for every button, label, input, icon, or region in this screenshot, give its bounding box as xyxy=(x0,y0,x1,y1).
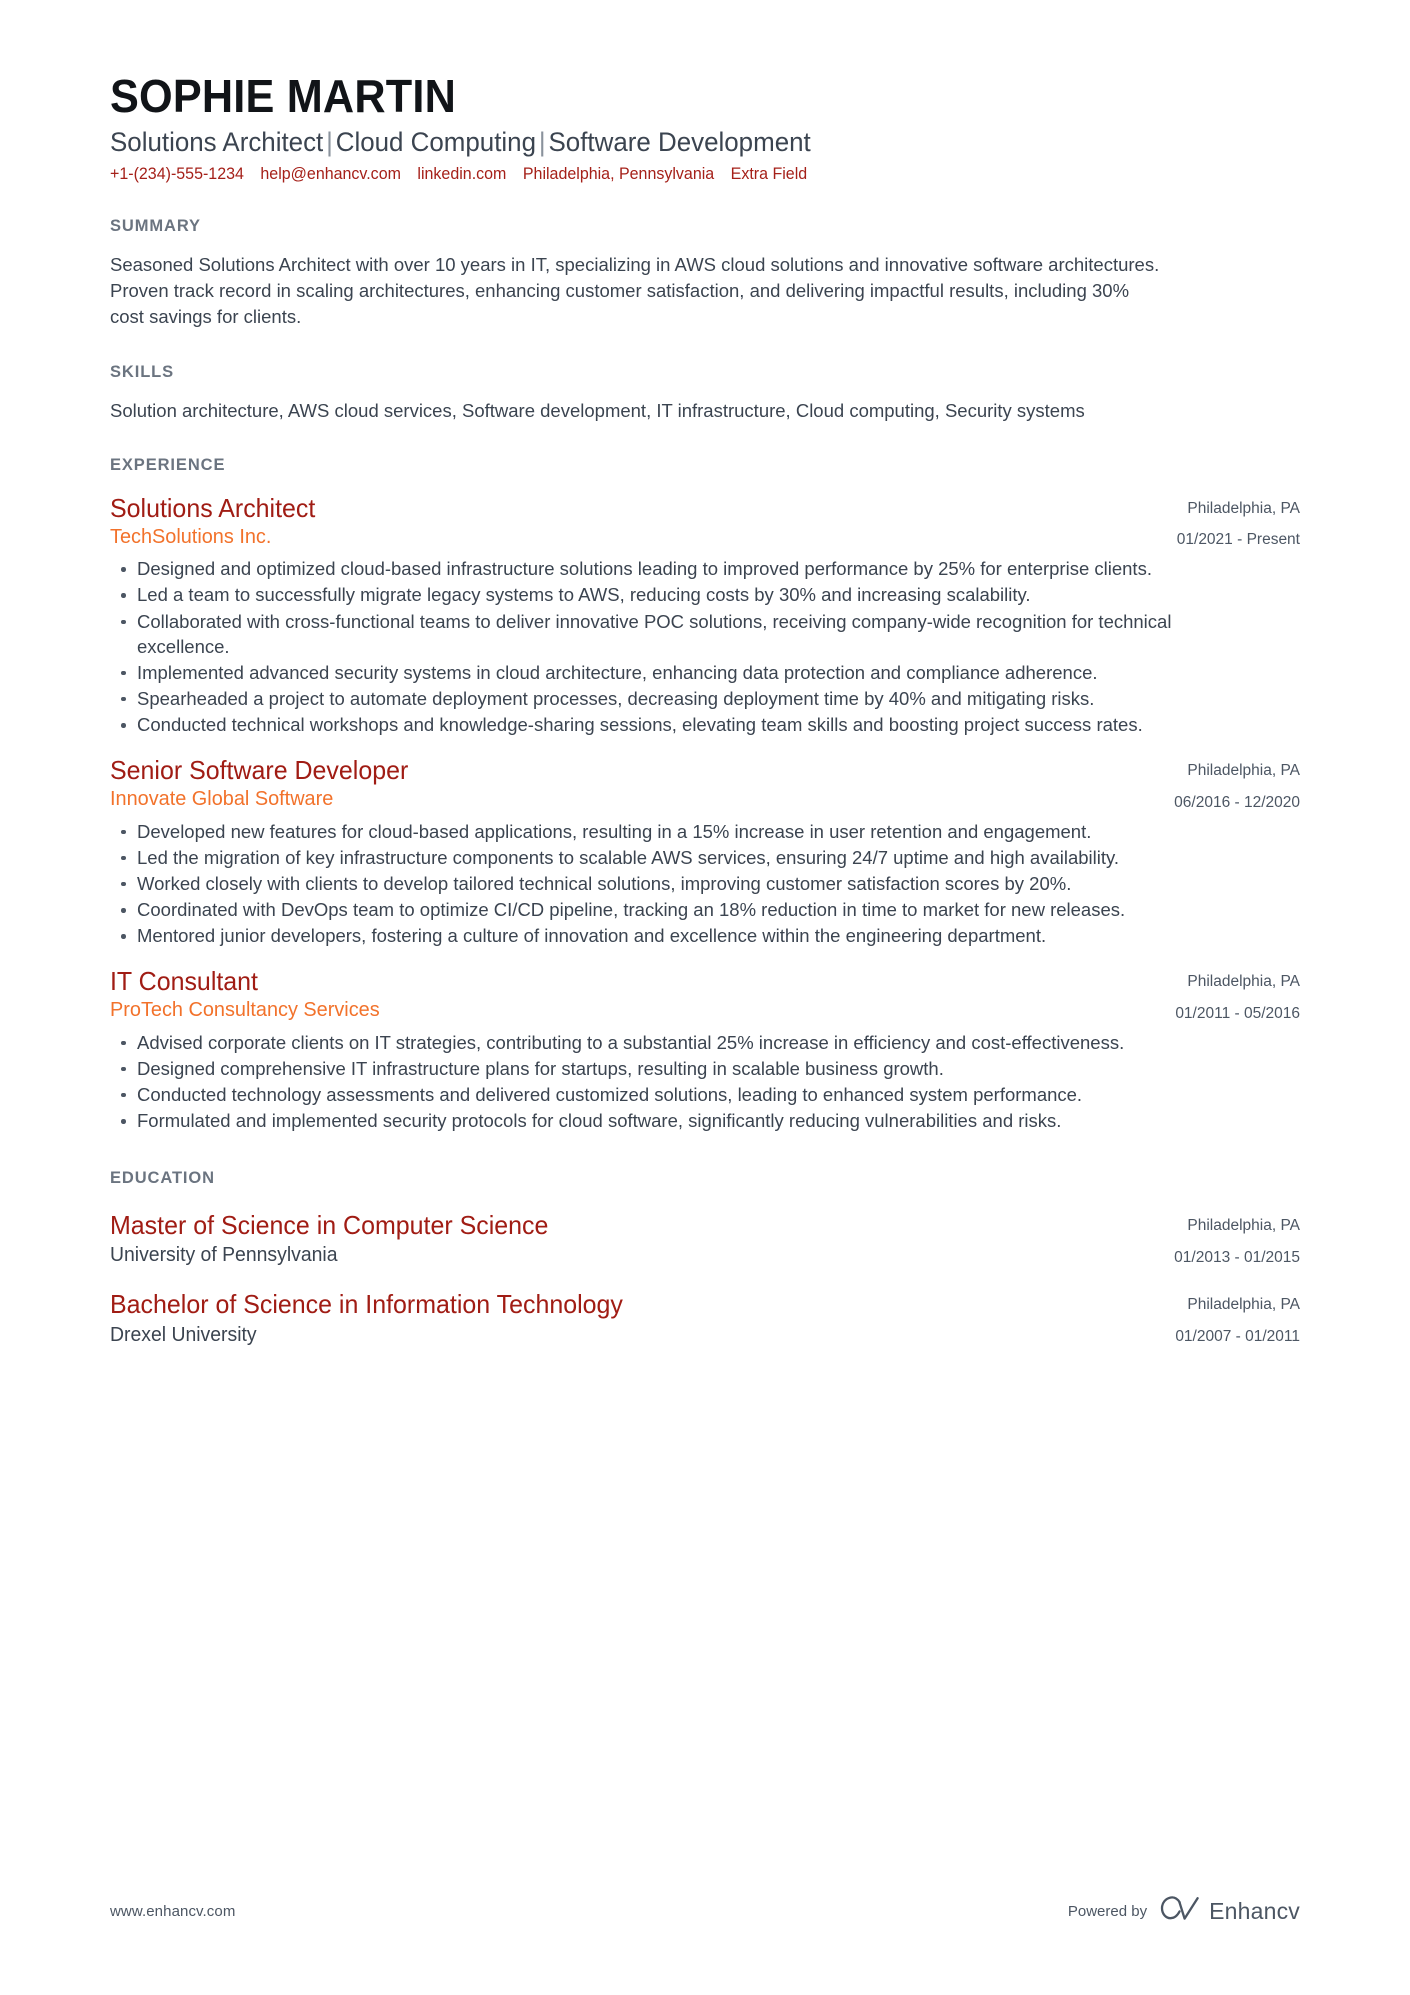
contact-phone[interactable]: +1-(234)-555-1234 xyxy=(110,165,244,183)
headline-part-3: Software Development xyxy=(548,126,811,157)
education-dates: 01/2007 - 01/2011 xyxy=(1175,1327,1300,1345)
headline-part-1: Solutions Architect xyxy=(110,126,324,157)
experience-dates: 06/2016 - 12/2020 xyxy=(1174,793,1300,811)
enhancv-logo-lockup[interactable]: Enhancv xyxy=(1160,1896,1300,1927)
list-item: Conducted technology assessments and del… xyxy=(110,1082,1240,1107)
experience-dates: 01/2011 - 05/2016 xyxy=(1175,1004,1300,1022)
list-item: Implemented advanced security systems in… xyxy=(110,660,1240,685)
education-degree: Master of Science in Computer Science xyxy=(110,1210,549,1241)
experience-bullet-list: Advised corporate clients on IT strategi… xyxy=(110,1030,1300,1134)
contact-location: Philadelphia, Pennsylvania xyxy=(522,165,715,184)
skills-text: Solution architecture, AWS cloud service… xyxy=(110,399,1085,421)
experience-role: Solutions Architect xyxy=(110,492,316,523)
education-meta: Philadelphia, PA 01/2007 - 01/2011 xyxy=(1070,1295,1300,1346)
experience-dates: 01/2021 - Present xyxy=(1176,531,1300,549)
section-title-experience: EXPERIENCE xyxy=(110,455,226,474)
experience-role: Senior Software Developer xyxy=(110,755,409,786)
list-item: Spearheaded a project to automate deploy… xyxy=(110,686,1240,711)
education-entry: Philadelphia, PA 01/2007 - 01/2011 Bache… xyxy=(110,1289,1300,1346)
resume-header: SOPHIE MARTIN Solutions Architect | Cloud … xyxy=(110,70,1300,185)
education-entry: Philadelphia, PA 01/2013 - 01/2015 Maste… xyxy=(110,1210,1300,1267)
experience-entry: Philadelphia, PA 06/2016 - 12/2020 Senio… xyxy=(110,755,1300,948)
experience-location: Philadelphia, PA xyxy=(1187,499,1300,517)
list-item: Coordinated with DevOps team to optimize… xyxy=(110,897,1240,922)
list-item: Advised corporate clients on IT strategi… xyxy=(110,1030,1240,1055)
section-education: EDUCATION Philadelphia, PA 01/2013 - 01/… xyxy=(110,1169,1300,1346)
page-title: SOPHIE MARTIN xyxy=(110,70,456,122)
enhancv-infinity-icon xyxy=(1160,1896,1200,1927)
contact-extra-field[interactable]: Extra Field xyxy=(731,165,807,183)
education-school: Drexel University xyxy=(110,1323,257,1346)
experience-company: ProTech Consultancy Services xyxy=(110,998,380,1021)
education-school: University of Pennsylvania xyxy=(110,1244,338,1267)
list-item: Led the migration of key infrastructure … xyxy=(110,845,1240,870)
summary-text: Seasoned Solutions Architect with over 1… xyxy=(110,253,1160,328)
experience-role: IT Consultant xyxy=(110,966,259,997)
list-item: Conducted technical workshops and knowle… xyxy=(110,712,1240,737)
headline-separator-1: | xyxy=(326,126,333,157)
list-item: Designed and optimized cloud-based infra… xyxy=(110,556,1240,581)
education-dates: 01/2013 - 01/2015 xyxy=(1174,1248,1300,1266)
section-title-summary: SUMMARY xyxy=(110,216,201,235)
powered-by-label: Powered by xyxy=(1067,1903,1148,1920)
list-item: Worked closely with clients to develop t… xyxy=(110,871,1240,896)
experience-bullet-list: Designed and optimized cloud-based infra… xyxy=(110,556,1300,737)
contact-linkedin[interactable]: linkedin.com xyxy=(417,165,506,183)
headline-separator-2: | xyxy=(538,126,546,157)
experience-meta: Philadelphia, PA 06/2016 - 12/2020 xyxy=(1070,761,1300,812)
footer-brand-block: Powered by Enhancv xyxy=(1068,1896,1300,1927)
section-title-education: EDUCATION xyxy=(110,1169,215,1188)
section-title-skills: SKILLS xyxy=(110,362,175,381)
experience-entry: Philadelphia, PA 01/2011 - 05/2016 IT Co… xyxy=(110,966,1300,1133)
section-skills: SKILLS Solution architecture, AWS cloud … xyxy=(110,363,1300,424)
resume-page: SOPHIE MARTIN Solutions Architect | Cloud … xyxy=(0,0,1410,1995)
footer-website-url[interactable]: www.enhancv.com xyxy=(110,1903,235,1920)
contact-bar: +1-(234)-555-1234 help@enhancv.com linkedi… xyxy=(110,165,1264,185)
resume-footer: www.enhancv.com Powered by Enhancv xyxy=(110,1896,1300,1927)
experience-location: Philadelphia, PA xyxy=(1187,762,1300,780)
experience-meta: Philadelphia, PA 01/2011 - 05/2016 xyxy=(1070,972,1300,1023)
headline-part-2: Cloud Computing xyxy=(335,126,537,157)
experience-meta: Philadelphia, PA 01/2021 - Present xyxy=(1070,499,1300,550)
experience-company: TechSolutions Inc. xyxy=(110,524,272,548)
education-location: Philadelphia, PA xyxy=(1187,1296,1300,1314)
professional-headline: Solutions Architect | Cloud Computing | Soft… xyxy=(110,126,1252,158)
contact-email[interactable]: help@enhancv.com xyxy=(260,165,401,183)
resume-sheet: SOPHIE MARTIN Solutions Architect | Cloud … xyxy=(0,0,1410,1995)
enhancv-brand-name: Enhancv xyxy=(1209,1898,1300,1924)
list-item: Designed comprehensive IT infrastructure… xyxy=(110,1056,1240,1081)
section-experience: EXPERIENCE Philadelphia, PA 01/2021 - Pr… xyxy=(110,456,1300,1133)
list-item: Formulated and implemented security prot… xyxy=(110,1108,1240,1133)
list-item: Led a team to successfully migrate legac… xyxy=(110,582,1240,607)
experience-bullet-list: Developed new features for cloud-based a… xyxy=(110,819,1300,949)
education-degree: Bachelor of Science in Information Techn… xyxy=(110,1289,623,1320)
list-item: Collaborated with cross-functional teams… xyxy=(110,609,1240,659)
list-item: Mentored junior developers, fostering a … xyxy=(110,923,1240,948)
education-location: Philadelphia, PA xyxy=(1187,1217,1300,1235)
education-meta: Philadelphia, PA 01/2013 - 01/2015 xyxy=(1070,1216,1300,1267)
section-summary: SUMMARY Seasoned Solutions Architect wit… xyxy=(110,217,1300,331)
experience-company: Innovate Global Software xyxy=(110,786,334,810)
experience-location: Philadelphia, PA xyxy=(1187,973,1300,991)
list-item: Developed new features for cloud-based a… xyxy=(110,819,1240,844)
experience-entry: Philadelphia, PA 01/2021 - Present Solut… xyxy=(110,493,1300,737)
